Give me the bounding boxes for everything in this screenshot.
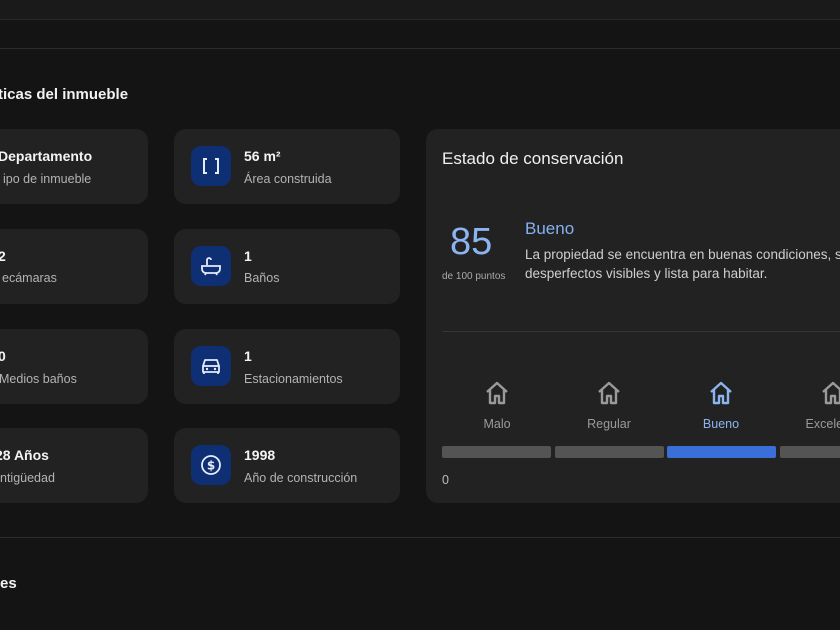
house-icon bbox=[710, 381, 732, 405]
feature-value: 56 m² bbox=[244, 148, 281, 164]
house-icon bbox=[486, 381, 508, 405]
feature-value: 1 bbox=[244, 348, 252, 364]
feature-label: ipo de inmueble bbox=[3, 172, 92, 186]
level-label: Excelente bbox=[805, 417, 840, 431]
level-bueno: Bueno bbox=[666, 379, 776, 431]
conservation-score: 85 bbox=[450, 221, 493, 263]
feature-label: Área construida bbox=[244, 172, 332, 186]
level-label: Malo bbox=[483, 417, 511, 431]
feature-label: Estacionamientos bbox=[244, 372, 343, 386]
feature-card-property-type: Departamento ipo de inmueble bbox=[0, 129, 148, 204]
feature-card-built-area: 56 m² Área construida bbox=[174, 129, 400, 204]
feature-value: 1 bbox=[244, 248, 252, 264]
house-icon bbox=[598, 381, 620, 405]
bathtub-icon bbox=[191, 246, 231, 286]
feature-card-parking: 1 Estacionamientos bbox=[174, 329, 400, 404]
section-title: ticas del inmueble bbox=[0, 86, 129, 103]
feature-label: Baños bbox=[244, 271, 280, 285]
section-divider bbox=[0, 537, 840, 538]
scale-min-label: 0 bbox=[442, 473, 449, 487]
feature-value: 28 Años bbox=[0, 447, 49, 463]
top-divider bbox=[0, 48, 840, 49]
level-malo: Malo bbox=[442, 379, 552, 431]
area-brackets-icon bbox=[191, 146, 231, 186]
feature-card-bedrooms: 2 ecámaras bbox=[0, 229, 148, 304]
conservation-title: Estado de conservación bbox=[442, 149, 624, 168]
feature-label: Medios baños bbox=[0, 372, 77, 386]
feature-value: Departamento bbox=[0, 148, 93, 164]
conservation-description: La propiedad se encuentra en buenas cond… bbox=[525, 247, 840, 281]
level-excelente: Excelente bbox=[778, 379, 840, 431]
feature-label: ecámaras bbox=[2, 271, 57, 285]
level-bar-bueno bbox=[667, 446, 776, 458]
level-label: Bueno bbox=[702, 417, 740, 431]
feature-value: 1998 bbox=[244, 447, 276, 463]
feature-card-bathrooms: 1 Baños bbox=[174, 229, 400, 304]
feature-label: ntigüedad bbox=[0, 471, 55, 485]
conservation-status: Bueno bbox=[525, 219, 575, 238]
level-bar-excelente bbox=[780, 446, 840, 458]
conservation-score-scale: de 100 puntos bbox=[442, 271, 506, 282]
conservation-divider bbox=[442, 331, 840, 332]
level-regular: Regular bbox=[554, 379, 664, 431]
feature-card-half-baths: 0 Medios baños bbox=[0, 329, 148, 404]
level-bar-regular bbox=[555, 446, 664, 458]
dollar-circle-icon: $ bbox=[191, 445, 231, 485]
top-bar bbox=[0, 0, 840, 20]
feature-value: 0 bbox=[0, 348, 6, 364]
svg-text:$: $ bbox=[207, 459, 215, 473]
level-label: Regular bbox=[587, 417, 631, 431]
next-section-title: es bbox=[0, 575, 17, 592]
feature-card-age: 28 Años ntigüedad bbox=[0, 428, 148, 503]
feature-card-year-built: $ 1998 Año de construcción bbox=[174, 428, 400, 503]
feature-label: Año de construcción bbox=[244, 471, 358, 485]
level-bar-malo bbox=[442, 446, 551, 458]
feature-value: 2 bbox=[0, 248, 6, 264]
car-icon bbox=[191, 346, 231, 386]
house-icon bbox=[822, 381, 840, 405]
conservation-panel: Estado de conservación 85 de 100 puntos … bbox=[426, 129, 840, 503]
